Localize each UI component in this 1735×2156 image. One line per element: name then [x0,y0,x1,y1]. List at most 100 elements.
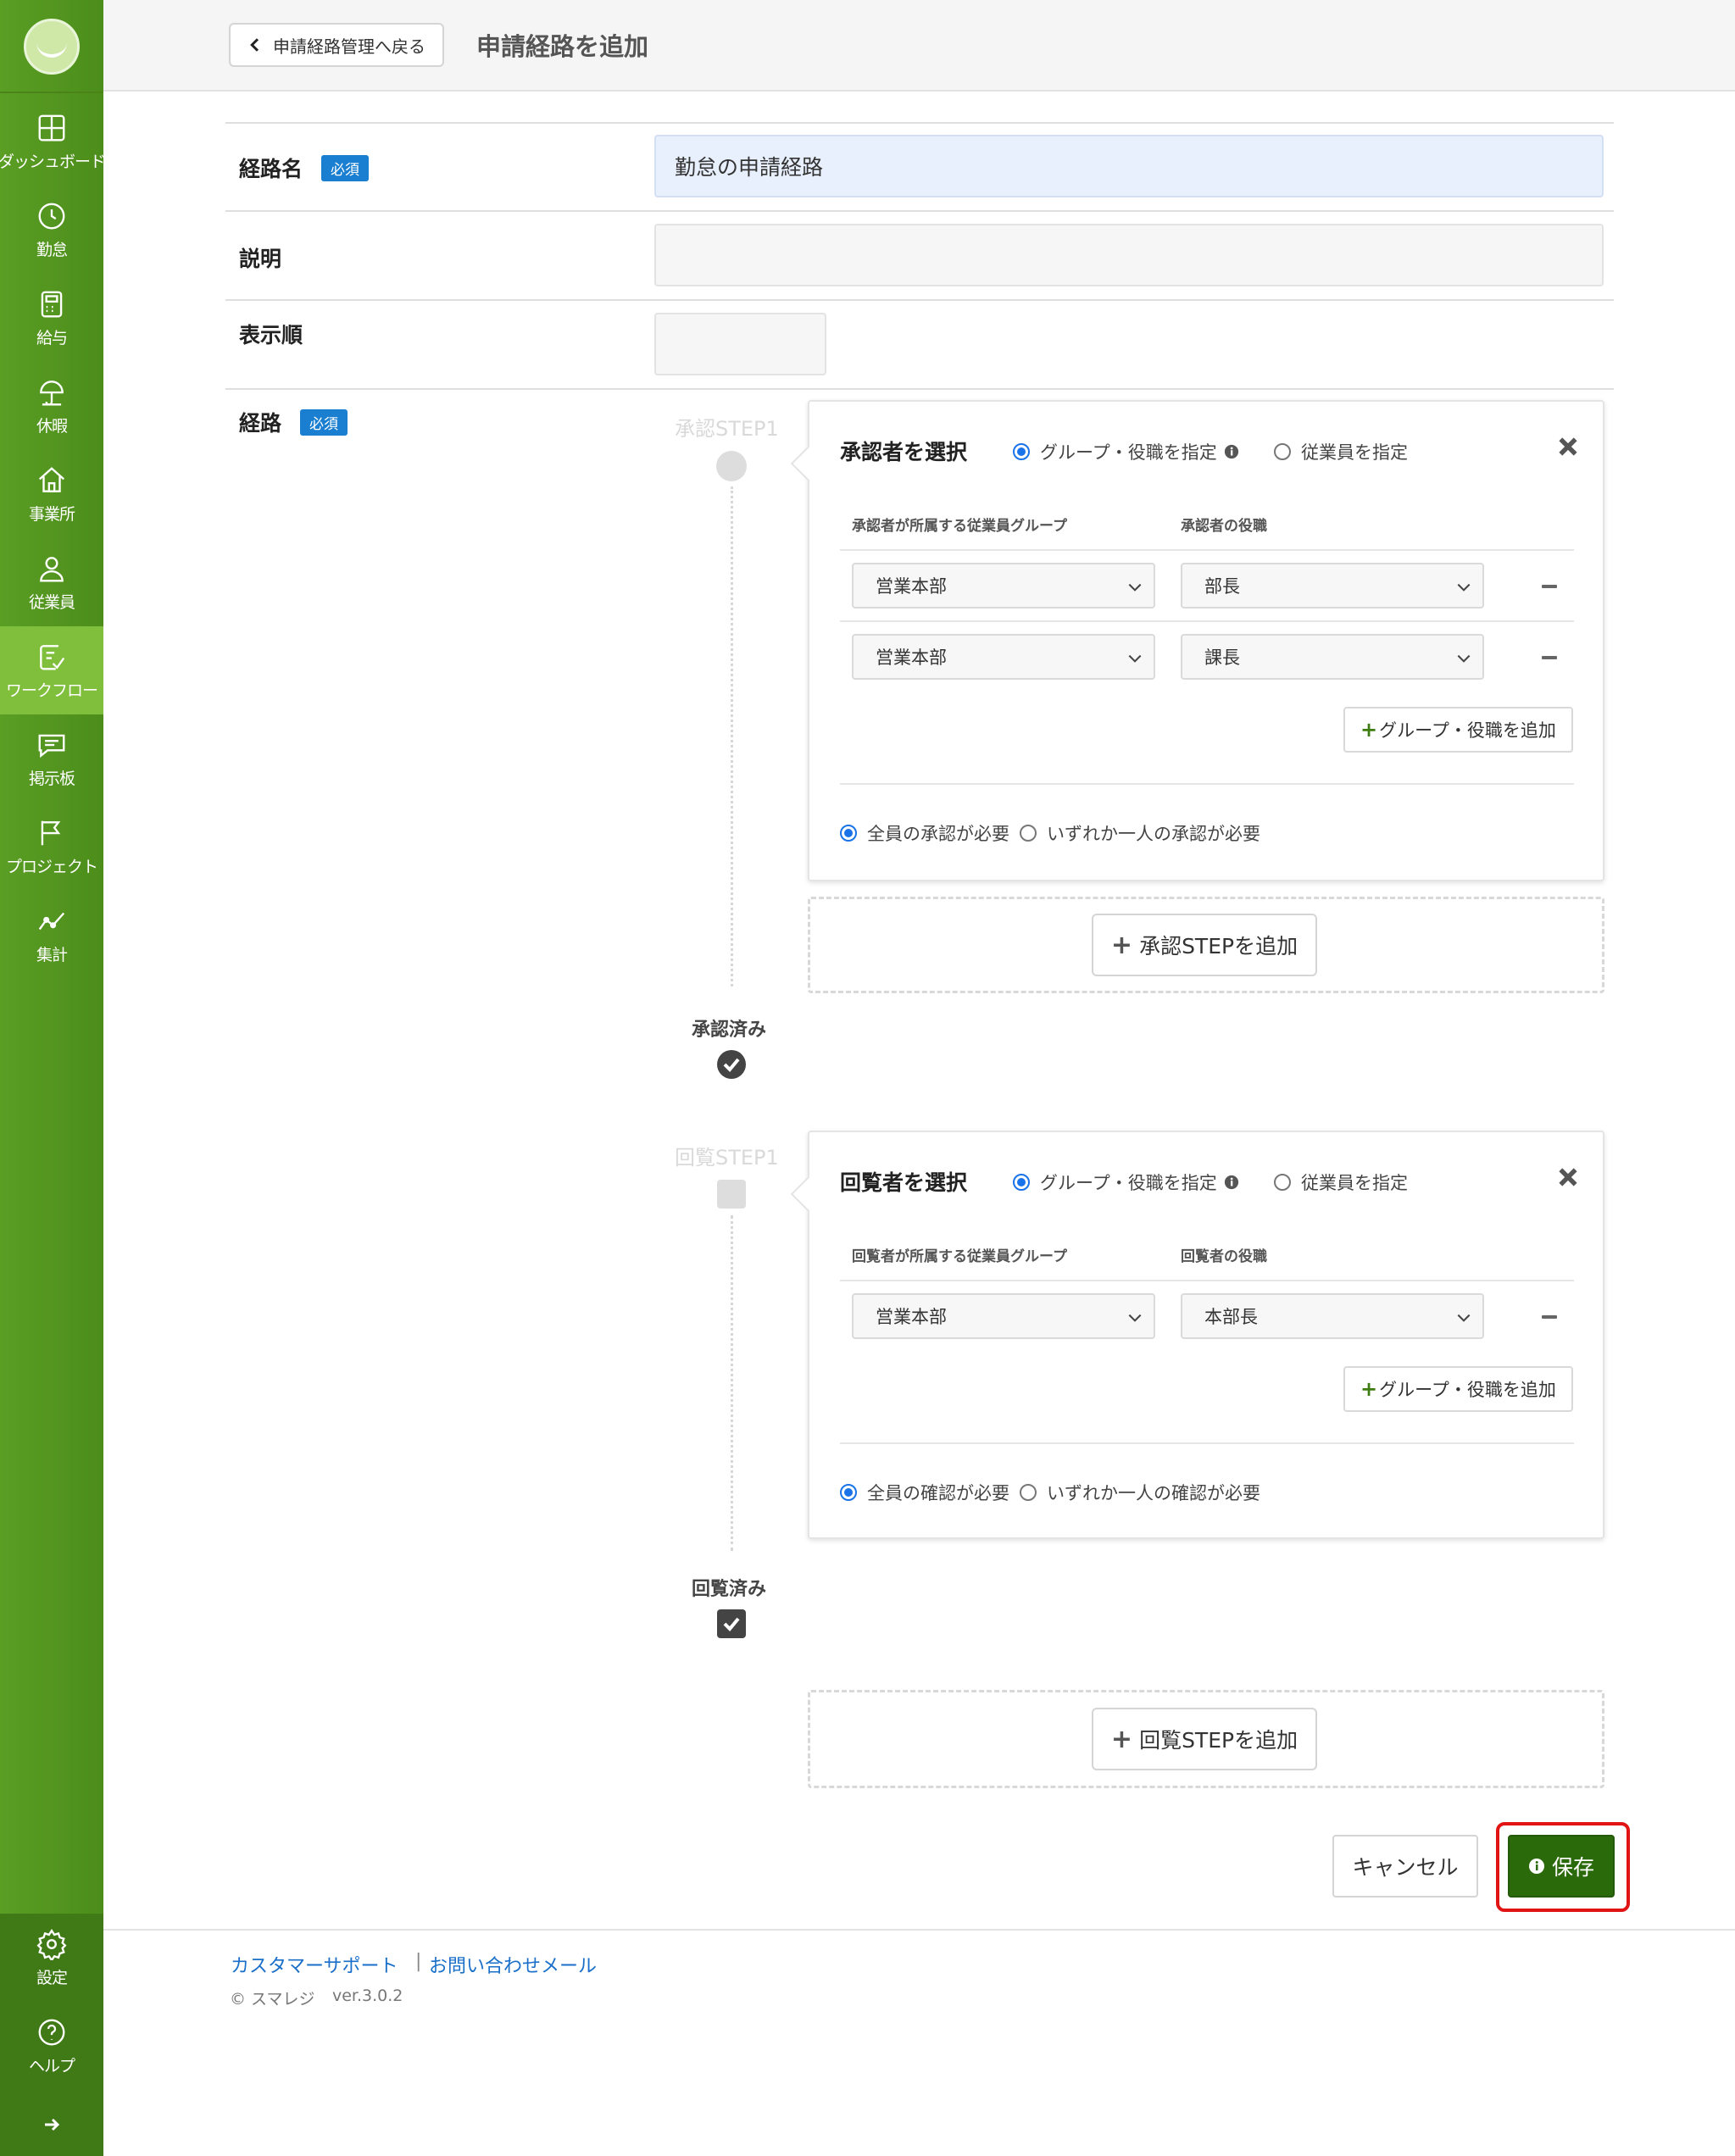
sidebar-item-label: ヘルプ [28,2056,75,2075]
reviewer-role-select[interactable]: 本部長 [1181,1293,1484,1339]
display-order-label: 表示順 [239,323,303,347]
gear-icon [36,1928,67,1960]
sidebar-item-reports[interactable]: 集計 [0,891,103,979]
approved-label: 承認済み [692,1020,767,1041]
chat-icon [38,734,65,758]
chevron-down-icon [1128,583,1142,592]
required-badge: 必須 [300,408,348,436]
plus-icon: + [1360,718,1378,742]
review-mode-group-radio[interactable]: グループ・役職を指定 [1013,1170,1239,1195]
contact-mail-link[interactable]: お問い合わせメール [429,1951,597,1978]
app-version: ver.3.0.2 [332,1987,403,2005]
sidebar-item-settings[interactable]: 設定 [0,1914,103,2002]
review-mode-employee-radio[interactable]: 従業員を指定 [1274,1170,1408,1195]
back-button-label: 申請経路管理へ戻る [273,36,425,57]
remove-row-button[interactable] [1542,1315,1557,1319]
approval-card-title: 承認者を選択 [840,440,968,464]
sidebar-item-label: プロジェクト [5,857,98,876]
route-name-input[interactable]: 勤怠の申請経路 [654,135,1604,197]
info-icon [1224,1175,1238,1190]
sidebar-item-label: 集計 [36,945,68,964]
route-label: 経路 必須 [239,407,348,437]
approval-mode-employee-radio[interactable]: 従業員を指定 [1274,439,1408,464]
page-header: 申請経路管理へ戻る 申請経路を追加 [103,0,1735,92]
chevron-down-icon [1128,654,1142,663]
remove-row-button[interactable] [1542,656,1557,659]
customer-support-link[interactable]: カスタマーサポート [231,1951,398,1978]
cancel-button[interactable]: キャンセル [1332,1835,1478,1898]
workflow-icon [40,644,65,670]
remove-row-button[interactable] [1542,585,1557,588]
calculator-icon [41,291,63,317]
add-group-role-button[interactable]: + グループ・役職を追加 [1343,1366,1573,1412]
sidebar-item-leave[interactable]: 休暇 [0,362,103,450]
review-any-one-radio[interactable]: いずれか一人の確認が必要 [1020,1480,1260,1505]
reviewer-group-column-header: 回覧者が所属する従業員グループ [852,1248,1067,1265]
sidebar-footer: 設定 ヘルプ [0,1914,103,2156]
sidebar-expand-button[interactable] [0,2103,103,2146]
approval-any-one-radio[interactable]: いずれか一人の承認が必要 [1020,820,1260,846]
sidebar-item-project[interactable]: プロジェクト [0,803,103,891]
sidebar-item-office[interactable]: 事業所 [0,450,103,538]
approval-mode-group-radio[interactable]: グループ・役職を指定 [1013,439,1239,464]
add-group-role-button[interactable]: + グループ・役職を追加 [1343,707,1573,753]
sidebar-item-label: 勤怠 [36,240,68,259]
reviewer-group-select[interactable]: 営業本部 [852,1293,1155,1339]
review-all-required-radio[interactable]: 全員の確認が必要 [840,1480,1009,1505]
sidebar-item-attendance[interactable]: 勤怠 [0,186,103,274]
sidebar-item-label: ワークフロー [5,681,98,700]
check-circle-icon [717,1050,746,1079]
sidebar-item-bulletin[interactable]: 掲示板 [0,714,103,803]
sidebar-item-help[interactable]: ヘルプ [0,2002,103,2090]
approver-role-select[interactable]: 部長 [1181,563,1484,608]
sidebar-item-label: 休暇 [36,416,68,436]
sidebar-item-payroll[interactable]: 給与 [0,274,103,362]
sidebar-item-label: 事業所 [28,504,75,524]
sidebar-item-workflow[interactable]: ワークフロー [0,626,103,714]
approval-step-label: 承認STEP1 [675,417,779,441]
display-order-input[interactable] [654,313,826,375]
review-step-marker [717,1180,746,1209]
sidebar-item-dashboard[interactable]: ダッシュボード [0,97,106,186]
sidebar-item-label: 給与 [36,328,68,347]
dashboard-icon [38,114,65,141]
review-step-label: 回覧STEP1 [675,1146,779,1170]
add-approval-step-button[interactable]: + 承認STEPを追加 [1092,914,1317,976]
plus-icon: + [1110,930,1133,960]
chevron-down-icon [1457,583,1471,592]
umbrella-icon [40,380,64,405]
home-icon [38,466,65,492]
copyright: © スマレジ [230,1990,315,2009]
approval-all-required-radio[interactable]: 全員の承認が必要 [840,820,1009,846]
save-button[interactable]: 保存 [1508,1835,1615,1898]
page-title: 申請経路を追加 [476,32,649,61]
close-icon[interactable] [1557,436,1579,458]
description-input[interactable] [654,224,1604,286]
approval-step-marker [716,451,747,481]
sidebar-item-label: 掲示板 [28,769,75,788]
sidebar: ダッシュボード 勤怠 給与 休暇 事業所 従業員 ワークフロー 掲示板 プロジェ… [0,0,106,2156]
info-icon [1528,1859,1544,1874]
approver-role-select[interactable]: 課長 [1181,634,1484,680]
sidebar-item-label: 従業員 [28,592,75,612]
plus-icon: + [1360,1377,1378,1401]
back-button[interactable]: 申請経路管理へ戻る [229,23,444,67]
clock-icon [38,203,65,229]
chevron-down-icon [1457,1314,1471,1322]
sidebar-item-label: ダッシュボード [0,152,106,171]
person-icon [40,556,64,581]
help-icon [38,2019,65,2045]
footer-separator: | [415,1951,422,1972]
required-badge: 必須 [321,154,370,181]
chevron-down-icon [1128,1314,1142,1322]
description-label: 説明 [239,247,282,271]
approver-group-select[interactable]: 営業本部 [852,563,1155,608]
plus-icon: + [1110,1724,1133,1754]
app-logo[interactable] [24,19,80,75]
info-icon [1224,444,1238,459]
chevron-down-icon [1457,654,1471,663]
sidebar-item-employees[interactable]: 従業員 [0,538,103,626]
close-icon[interactable] [1557,1166,1579,1188]
add-review-step-button[interactable]: + 回覧STEPを追加 [1092,1708,1317,1770]
approver-group-select[interactable]: 営業本部 [852,634,1155,680]
